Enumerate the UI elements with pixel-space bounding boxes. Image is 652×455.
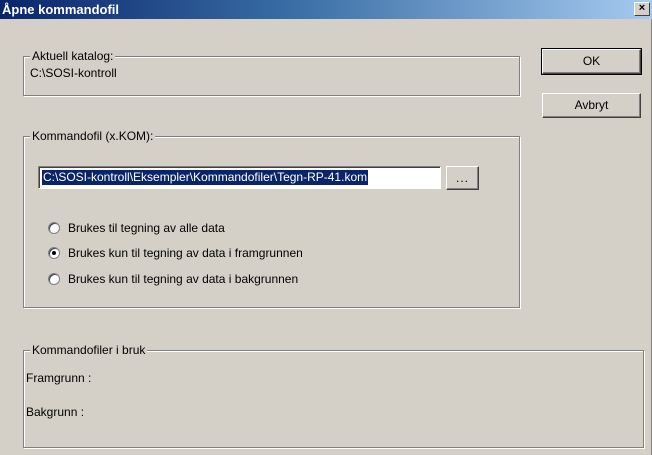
radio-all-data[interactable]: Brukes til tegning av alle data xyxy=(48,220,225,236)
radio-foreground-data-label: Brukes kun til tegning av data i framgru… xyxy=(68,246,303,260)
radio-background-data-label: Brukes kun til tegning av data i bakgrun… xyxy=(68,272,299,286)
close-icon: × xyxy=(638,2,646,14)
title-bar[interactable]: Åpne kommandofil × xyxy=(0,0,652,19)
close-button[interactable]: × xyxy=(634,2,650,16)
dialog-title: Åpne kommandofil xyxy=(2,2,120,17)
radio-background-data[interactable]: Brukes kun til tegning av data i bakgrun… xyxy=(48,271,298,287)
radio-button-icon xyxy=(48,222,60,234)
current-directory-legend: Aktuell katalog: xyxy=(30,49,116,63)
command-files-in-use-group: Kommandofiler i bruk Framgrunn : Bakgrun… xyxy=(23,343,644,448)
cancel-button-label: Avbryt xyxy=(574,98,609,112)
ok-button-label: OK xyxy=(582,54,601,68)
radio-foreground-data[interactable]: Brukes kun til tegning av data i framgru… xyxy=(48,245,303,261)
radio-button-selected-icon xyxy=(48,247,60,259)
browse-button[interactable]: ... xyxy=(446,166,479,190)
ellipsis-icon: ... xyxy=(455,171,469,185)
cancel-button[interactable]: Avbryt xyxy=(542,93,641,118)
current-directory-group: Aktuell katalog: C:\SOSI-kontroll xyxy=(23,49,520,96)
ok-button[interactable]: OK xyxy=(541,48,642,75)
radio-button-icon xyxy=(48,273,60,285)
foreground-label: Framgrunn : xyxy=(26,371,92,385)
command-file-path-input[interactable]: C:\SOSI-kontroll\Eksempler\Kommandofiler… xyxy=(38,166,441,189)
command-files-in-use-legend: Kommandofiler i bruk xyxy=(30,343,148,357)
command-file-legend: Kommandofil (x.KOM): xyxy=(30,129,156,143)
background-label: Bakgrunn : xyxy=(26,405,85,419)
command-file-path-value: C:\SOSI-kontroll\Eksempler\Kommandofiler… xyxy=(42,170,369,185)
radio-all-data-label: Brukes til tegning av alle data xyxy=(68,221,225,235)
current-directory-value: C:\SOSI-kontroll xyxy=(30,66,117,80)
open-command-file-dialog: Åpne kommandofil × Aktuell katalog: C:\S… xyxy=(0,0,652,455)
